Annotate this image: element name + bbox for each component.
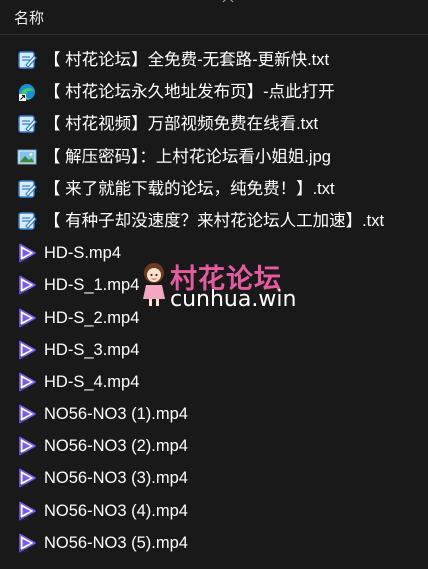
file-row[interactable]: 【 有种子却没速度？来村花论坛人工加速】.txt	[0, 205, 428, 237]
video-file-icon: MP4	[19, 243, 36, 264]
file-row[interactable]: 【 解压密码】：上村花论坛看小姐姐.jpg	[0, 141, 428, 173]
file-name: 【 有种子却没速度？来村花论坛人工加速】.txt	[44, 211, 385, 230]
svg-text:MP4: MP4	[20, 387, 29, 392]
video-file-icon: MP4	[19, 469, 36, 489]
file-name: HD-S_2.mp4	[44, 308, 140, 327]
file-name: NO56-NO3 (1).mp4	[44, 405, 188, 424]
video-file-icon: MP4	[19, 276, 36, 296]
image-file-icon	[17, 149, 37, 165]
file-name: HD-S_4.mp4	[44, 372, 140, 391]
text-file-icon	[18, 115, 37, 134]
file-explorer-window: 名称 【 村花论坛】全免费-无套路-更新快.txt 【 村花论坛永久地址发布页】…	[0, 0, 428, 569]
video-file-icon: MP4	[19, 340, 36, 360]
file-row[interactable]: 【 来了就能下载的论坛，纯免费！】.txt	[0, 173, 428, 205]
file-name: HD-S.mp4	[44, 244, 122, 263]
file-row[interactable]: MP4 NO56-NO3 (5).mp4	[0, 527, 428, 559]
video-file-icon: MP4	[19, 372, 36, 392]
file-name: HD-S_1.mp4	[44, 276, 140, 295]
file-row[interactable]: MP4 HD-S_4.mp4	[0, 366, 428, 398]
file-row[interactable]: MP4 NO56-NO3 (3).mp4	[0, 462, 428, 494]
file-name: HD-S_3.mp4	[44, 340, 140, 359]
watermark-url: cunhua.win	[170, 287, 297, 312]
browser-shortcut-icon	[19, 84, 35, 102]
svg-text:MP4: MP4	[20, 548, 29, 553]
video-file-icon: MP4	[19, 436, 36, 457]
file-row[interactable]: MP4 NO56-NO3 (1).mp4	[0, 398, 428, 430]
svg-text:MP4: MP4	[20, 516, 29, 521]
file-row[interactable]: MP4 NO56-NO3 (2).mp4	[0, 430, 428, 462]
mascot-girl-icon	[143, 263, 165, 306]
video-file-icon: MP4	[19, 404, 36, 425]
video-file-icon: MP4	[19, 501, 36, 521]
svg-text:MP4: MP4	[20, 355, 29, 360]
chevron-up-icon[interactable]	[222, 0, 234, 4]
name-column-label[interactable]: 名称	[14, 7, 44, 28]
file-row[interactable]: 【 村花论坛永久地址发布页】-点此打开	[0, 76, 428, 108]
svg-text:MP4: MP4	[20, 323, 29, 328]
svg-text:MP4: MP4	[20, 259, 29, 264]
file-name: 【 村花论坛】全免费-无套路-更新快.txt	[44, 51, 330, 69]
file-name: NO56-NO3 (4).mp4	[44, 501, 188, 520]
file-name: 【 解压密码】：上村花论坛看小姐姐.jpg	[44, 147, 331, 166]
file-name: 【 来了就能下载的论坛，纯免费！】.txt	[44, 179, 335, 198]
file-row[interactable]: MP4 NO56-NO3 (4).mp4	[0, 495, 428, 527]
column-header[interactable]: 名称	[0, 0, 428, 35]
file-name: NO56-NO3 (5).mp4	[44, 533, 188, 552]
file-row[interactable]: MP4 HD-S_3.mp4	[0, 334, 428, 366]
svg-text:MP4: MP4	[20, 452, 29, 457]
watermark: 村花论坛 cunhua.win	[134, 257, 297, 317]
text-file-icon	[18, 51, 37, 69]
file-row[interactable]: 【 村花论坛】全免费-无套路-更新快.txt	[0, 44, 428, 76]
video-file-icon: MP4	[19, 308, 36, 328]
svg-text:MP4: MP4	[20, 484, 29, 489]
svg-text:MP4: MP4	[20, 291, 29, 296]
text-file-icon	[18, 180, 37, 198]
file-name: 【 村花论坛永久地址发布页】-点此打开	[44, 83, 335, 102]
file-name: NO56-NO3 (3).mp4	[44, 469, 188, 488]
file-row[interactable]: 【 村花视频】万部视频免费在线看.txt	[0, 108, 428, 140]
svg-text:MP4: MP4	[20, 420, 29, 425]
text-file-icon	[18, 212, 37, 230]
video-file-icon: MP4	[19, 533, 36, 553]
file-name: NO56-NO3 (2).mp4	[44, 437, 188, 456]
file-name: 【 村花视频】万部视频免费在线看.txt	[44, 115, 319, 134]
